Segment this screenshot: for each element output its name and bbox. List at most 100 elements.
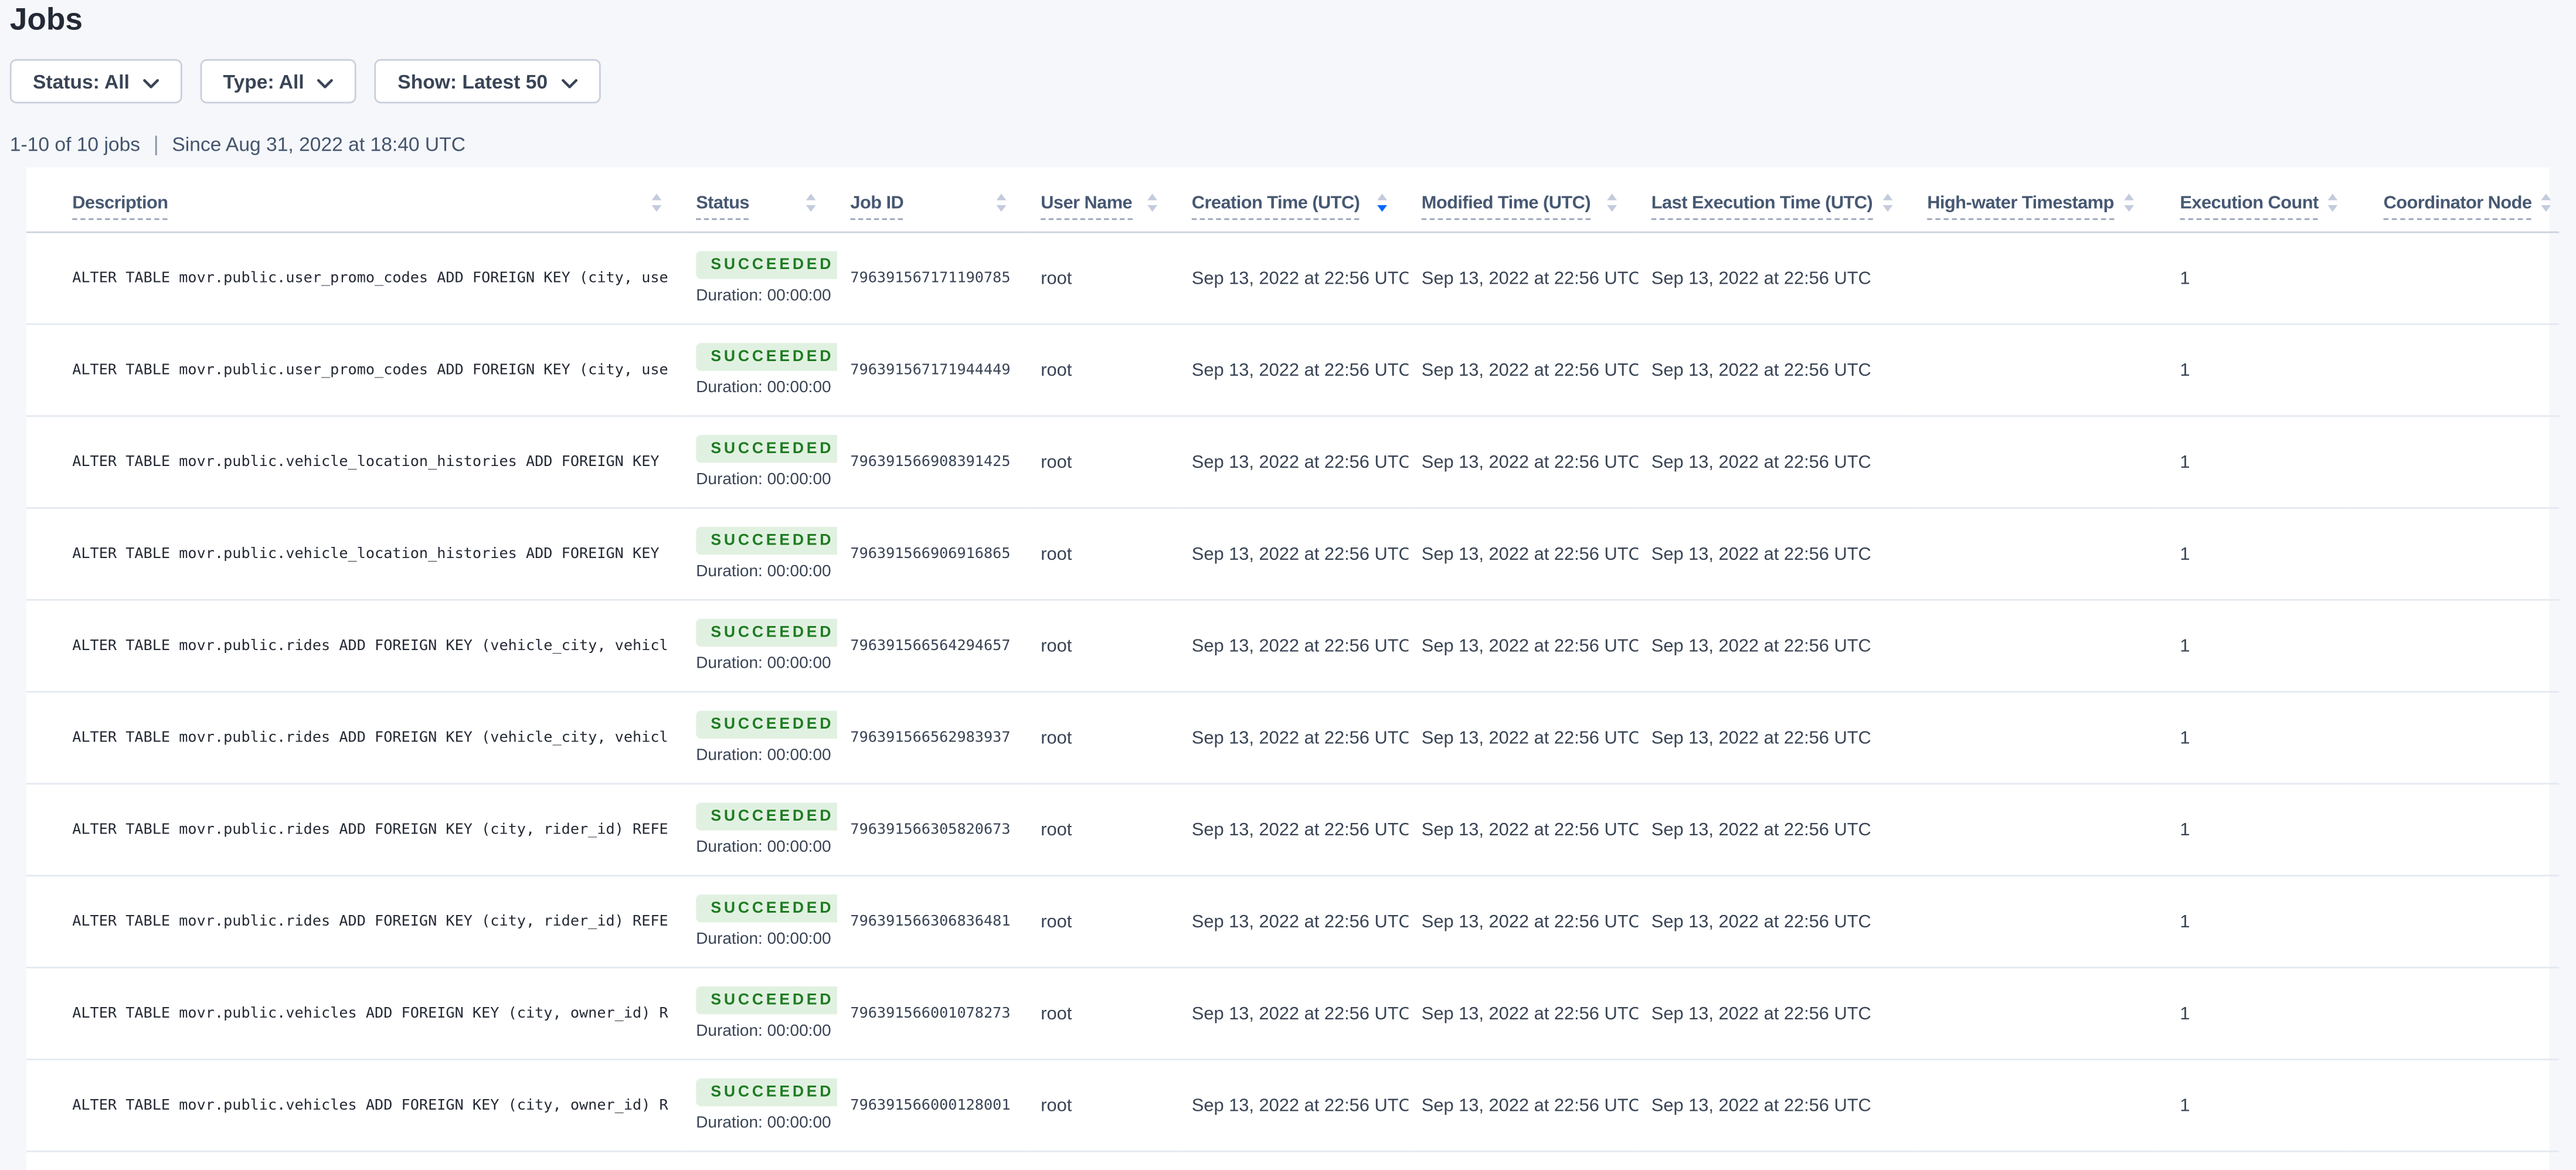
modified-time-cell: Sep 13, 2022 at 22:56 UTC	[1408, 508, 1638, 600]
sort-up-arrow-icon	[2328, 193, 2338, 200]
filter-show-dropdown[interactable]: Show: Latest 50	[375, 59, 600, 104]
job-description-link[interactable]: ALTER TABLE movr.public.vehicles ADD FOR…	[72, 1097, 668, 1114]
column-label: Job ID	[850, 193, 903, 220]
user-name-cell: root	[1028, 968, 1179, 1060]
execution-count-cell: 1	[2154, 876, 2351, 968]
modified-time-cell: Sep 13, 2022 at 22:56 UTC	[1408, 232, 1638, 324]
modified-time-cell: Sep 13, 2022 at 22:56 UTC	[1408, 692, 1638, 784]
creation-time-cell: Sep 13, 2022 at 22:56 UTC	[1178, 232, 1408, 324]
sort-up-arrow-icon	[997, 193, 1007, 200]
jobs-table-header: Description Status Job ID User Name	[26, 168, 2559, 233]
status-badge: SUCCEEDED	[696, 619, 837, 647]
duration-text: Duration: 00:00:00	[696, 379, 831, 397]
column-header-job-id[interactable]: Job ID	[837, 168, 1028, 233]
execution-count-cell: 1	[2154, 784, 2351, 876]
column-header-description[interactable]: Description	[26, 168, 683, 233]
column-header-coordinator-node[interactable]: Coordinator Node	[2351, 168, 2560, 233]
summary-bar: 1-10 of 10 jobs | Since Aug 31, 2022 at …	[10, 131, 2575, 156]
modified-time-cell: Sep 13, 2022 at 22:56 UTC	[1408, 968, 1638, 1060]
high-water-timestamp-cell	[1914, 416, 2154, 508]
job-description-link[interactable]: ALTER TABLE movr.public.rides ADD FOREIG…	[72, 730, 668, 746]
sort-up-arrow-icon	[806, 193, 816, 200]
status-badge: SUCCEEDED	[696, 343, 837, 371]
sort-down-arrow-icon	[806, 205, 816, 212]
job-status-cell: SUCCEEDED Duration: 00:00:00	[683, 600, 837, 692]
duration-text: Duration: 00:00:00	[696, 839, 831, 857]
creation-time-cell: Sep 13, 2022 at 22:56 UTC	[1178, 416, 1408, 508]
table-row: ALTER TABLE movr.public.rides ADD FOREIG…	[26, 692, 2559, 784]
coordinator-node-cell	[2351, 1059, 2560, 1151]
job-description-link[interactable]: ALTER TABLE movr.public.vehicle_location…	[72, 454, 659, 470]
sort-up-arrow-icon	[2124, 193, 2134, 200]
execution-count-cell: 1	[2154, 692, 2351, 784]
user-name-cell: root	[1028, 324, 1179, 416]
job-description-cell: ALTER TABLE movr.public.vehicle_location…	[26, 508, 683, 600]
column-header-modified-time-utc[interactable]: Modified Time (UTC)	[1408, 168, 1638, 233]
status-badge: SUCCEEDED	[696, 710, 837, 739]
job-id-cell: 796391566908391425	[837, 416, 1028, 508]
job-status-cell: SUCCEEDED Duration: 00:00:00	[683, 784, 837, 876]
modified-time-cell: Sep 13, 2022 at 22:56 UTC	[1408, 876, 1638, 968]
coordinator-node-cell	[2351, 324, 2560, 416]
user-name-cell: root	[1028, 784, 1179, 876]
column-label: Creation Time (UTC)	[1192, 193, 1360, 220]
table-row: ALTER TABLE movr.public.user_promo_codes…	[26, 324, 2559, 416]
table-row: ALTER TABLE movr.public.vehicle_location…	[26, 416, 2559, 508]
duration-text: Duration: 00:00:00	[696, 747, 831, 765]
chevron-down-icon	[142, 70, 159, 93]
job-description-cell: ALTER TABLE movr.public.vehicle_location…	[26, 416, 683, 508]
modified-time-cell: Sep 13, 2022 at 22:56 UTC	[1408, 784, 1638, 876]
job-description-cell: ALTER TABLE movr.public.vehicles ADD FOR…	[26, 1059, 683, 1151]
job-status-cell: SUCCEEDED Duration: 00:00:00	[683, 876, 837, 968]
column-header-creation-time-utc[interactable]: Creation Time (UTC)	[1178, 168, 1408, 233]
modified-time-cell: Sep 13, 2022 at 22:56 UTC	[1408, 600, 1638, 692]
modified-time-cell: Sep 13, 2022 at 22:56 UTC	[1408, 416, 1638, 508]
creation-time-cell: Sep 13, 2022 at 22:56 UTC	[1178, 600, 1408, 692]
creation-time-cell: Sep 13, 2022 at 22:56 UTC	[1178, 1059, 1408, 1151]
job-status-cell: SUCCEEDED Duration: 00:00:00	[683, 692, 837, 784]
sort-up-arrow-icon	[1607, 193, 1617, 200]
job-id-cell: 796391566564294657	[837, 600, 1028, 692]
job-description-link[interactable]: ALTER TABLE movr.public.user_promo_codes…	[72, 362, 668, 378]
job-description-link[interactable]: ALTER TABLE movr.public.user_promo_codes…	[72, 270, 668, 287]
sort-down-arrow-icon	[1377, 205, 1387, 212]
job-description-link[interactable]: ALTER TABLE movr.public.vehicle_location…	[72, 546, 659, 562]
last-execution-time-cell: Sep 13, 2022 at 22:56 UTC	[1638, 508, 1914, 600]
filter-type-dropdown[interactable]: Type: All	[200, 59, 356, 104]
job-description-link[interactable]: ALTER TABLE movr.public.rides ADD FOREIG…	[72, 913, 668, 930]
column-header-status[interactable]: Status	[683, 168, 837, 233]
last-execution-time-cell: Sep 13, 2022 at 22:56 UTC	[1638, 876, 1914, 968]
job-description-link[interactable]: ALTER TABLE movr.public.rides ADD FOREIG…	[72, 821, 668, 838]
high-water-timestamp-cell	[1914, 600, 2154, 692]
job-id-cell: 796391566305820673	[837, 784, 1028, 876]
sort-icon	[2124, 193, 2134, 212]
table-row: ALTER TABLE movr.public.vehicles ADD FOR…	[26, 1059, 2559, 1151]
column-label: Last Execution Time (UTC)	[1651, 193, 1872, 220]
table-row: ALTER TABLE movr.public.user_promo_codes…	[26, 232, 2559, 324]
user-name-cell: root	[1028, 1059, 1179, 1151]
sort-up-arrow-icon	[1147, 193, 1157, 200]
creation-time-cell: Sep 13, 2022 at 22:56 UTC	[1178, 324, 1408, 416]
column-header-execution-count[interactable]: Execution Count	[2154, 168, 2351, 233]
last-execution-time-cell: Sep 13, 2022 at 22:56 UTC	[1638, 324, 1914, 416]
sort-down-arrow-icon	[1883, 205, 1893, 212]
column-header-user-name[interactable]: User Name	[1028, 168, 1179, 233]
column-label: Modified Time (UTC)	[1422, 193, 1591, 220]
execution-count-cell: 1	[2154, 1059, 2351, 1151]
high-water-timestamp-cell	[1914, 508, 2154, 600]
column-header-last-execution-time-utc[interactable]: Last Execution Time (UTC)	[1638, 168, 1914, 233]
column-label: Coordinator Node	[2384, 193, 2532, 220]
job-description-link[interactable]: ALTER TABLE movr.public.rides ADD FOREIG…	[72, 638, 668, 654]
filter-status-dropdown[interactable]: Status: All	[10, 59, 182, 104]
last-execution-time-cell: Sep 13, 2022 at 22:56 UTC	[1638, 784, 1914, 876]
high-water-timestamp-cell	[1914, 1059, 2154, 1151]
job-description-cell: ALTER TABLE movr.public.user_promo_codes…	[26, 324, 683, 416]
column-header-high-water-timestamp[interactable]: High-water Timestamp	[1914, 168, 2154, 233]
user-name-cell: root	[1028, 876, 1179, 968]
job-description-link[interactable]: ALTER TABLE movr.public.vehicles ADD FOR…	[72, 1005, 668, 1022]
job-id-cell: 796391567171944449	[837, 324, 1028, 416]
creation-time-cell: Sep 13, 2022 at 22:56 UTC	[1178, 968, 1408, 1060]
sort-up-arrow-icon	[1377, 193, 1387, 200]
coordinator-node-cell	[2351, 692, 2560, 784]
job-status-cell: SUCCEEDED Duration: 00:00:00	[683, 1059, 837, 1151]
